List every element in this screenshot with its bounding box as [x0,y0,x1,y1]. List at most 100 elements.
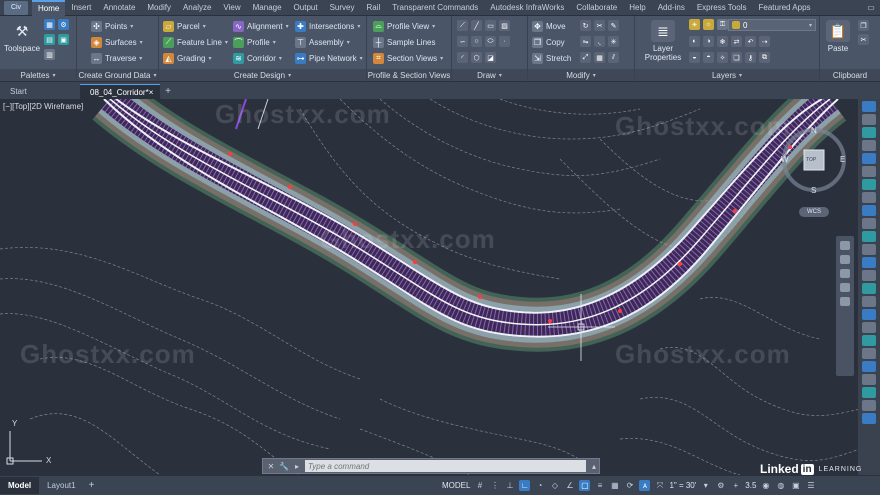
viewcube-west[interactable]: W [781,155,789,164]
command-line-chevron-up-icon[interactable]: ▴ [589,461,599,471]
cut-icon[interactable]: ✂ [858,34,869,45]
full-navigation-wheel-icon[interactable] [840,241,850,250]
tab-rail[interactable]: Rail [360,0,386,16]
layer-copy-icon[interactable]: ❏ [731,52,742,63]
alignment-button[interactable]: ∿ Alignment ▾ [233,19,289,33]
polyline-icon[interactable]: ⟋ [457,20,468,31]
selection-cycling-icon[interactable]: ⟳ [624,480,635,491]
external-references-icon[interactable] [862,192,876,203]
leader-icon[interactable] [862,374,876,385]
plus-icon[interactable]: + [730,480,741,491]
panel-title-modify[interactable]: Modify ▾ [528,69,634,81]
materials-icon[interactable] [862,218,876,229]
assembly-button[interactable]: ⊤ Assembly ▾ [295,35,350,49]
drawing-viewport[interactable]: [−][Top][2D Wireframe] Y X Ghostxx.com G… [0,99,880,475]
lock-icon[interactable]: ⚿ [717,19,728,30]
design-center-icon[interactable] [862,127,876,138]
new-layout-plus-icon[interactable]: + [84,478,100,493]
grading-button[interactable]: ◭ Grading ▾ [163,51,211,65]
customize-wrench-icon[interactable]: 🔧 [279,461,289,471]
auto-scale-icon[interactable]: ⤧ [654,480,665,491]
point-icon[interactable]: · [499,36,510,47]
ortho-icon[interactable]: ∟ [519,480,531,491]
customization-menu-icon[interactable]: ☰ [805,480,816,491]
object-snap-tracking-icon[interactable]: ∠ [564,480,575,491]
clean-screen-icon[interactable]: ▣ [790,480,801,491]
model-space-toggle[interactable]: MODEL [442,481,470,490]
paste-button[interactable]: 📋 Paste [826,20,850,53]
tab-featured-apps[interactable]: Featured Apps [752,0,816,16]
text-icon[interactable] [862,400,876,411]
markup-icon[interactable] [862,153,876,164]
orbit-icon[interactable] [840,283,850,292]
profile-view-button[interactable]: ⌓ Profile View ▾ [373,19,435,33]
surfaces-button[interactable]: ◈ Surfaces ▾ [91,35,143,49]
chevron-down-icon[interactable]: ▾ [700,480,711,491]
visual-styles-icon[interactable] [862,205,876,216]
new-tab-plus-icon[interactable]: + [160,84,176,99]
geolocation-icon[interactable] [862,257,876,268]
viewport-controls-label[interactable]: [−][Top][2D Wireframe] [3,102,83,111]
spline-icon[interactable]: ∽ [457,36,468,47]
viewcube-north[interactable]: N [811,126,817,135]
erase-icon[interactable]: ✎ [608,20,619,31]
panel-title-draw[interactable]: Draw ▾ [452,69,527,81]
isolate-objects-icon[interactable]: ◍ [775,480,786,491]
points-button[interactable]: ✣ Points ▾ [91,19,133,33]
layer-merge-icon[interactable]: ⧉ [759,52,770,63]
sample-lines-button[interactable]: ┼ Sample Lines [373,35,435,49]
panel-title-clipboard[interactable]: Clipboard [820,69,880,81]
object-snap-icon[interactable]: ▢ [579,480,591,491]
tab-view[interactable]: View [217,0,246,16]
region-icon[interactable]: ◪ [485,52,496,63]
parcel-button[interactable]: ▱ Parcel ▾ [163,19,206,33]
ribbon-minimize-icon[interactable]: ▭ [866,3,876,13]
tab-analyze[interactable]: Analyze [177,0,217,16]
traverse-button[interactable]: ↔ Traverse ▾ [91,51,142,65]
tab-insert[interactable]: Insert [65,0,97,16]
trim-icon[interactable]: ✂ [594,20,605,31]
selection-icon[interactable] [862,296,876,307]
move-button[interactable]: ✥ Move [532,19,566,33]
tab-add-ins[interactable]: Add-ins [652,0,691,16]
layer-properties-button[interactable]: ≣ Layer Properties [641,20,685,62]
layer-walk-icon[interactable]: ⇢ [759,36,770,47]
profile-button[interactable]: ⌒ Profile ▾ [233,35,276,49]
line-icon[interactable]: ╱ [471,20,482,31]
close-icon[interactable]: ✕ [266,461,276,471]
arc-icon[interactable]: ◜ [457,52,468,63]
annotation-scale[interactable]: 1" = 30' [669,481,696,490]
ellipse-icon[interactable]: ⬭ [485,36,496,47]
array-icon[interactable]: ▦ [594,52,605,63]
pipe-network-button[interactable]: ⊶ Pipe Network ▾ [295,51,363,65]
inquiry-icon[interactable] [862,283,876,294]
tab-help[interactable]: Help [623,0,651,16]
layer-thaw-icon[interactable]: ✧ [717,52,728,63]
infer-constraints-icon[interactable]: ⊥ [504,480,515,491]
tab-manage[interactable]: Manage [247,0,288,16]
wcs-menu[interactable]: WCS [799,207,829,217]
corridor-button[interactable]: ≋ Corridor ▾ [233,51,282,65]
application-menu-button[interactable]: Civ [4,0,28,15]
showmotion-icon[interactable] [840,297,850,306]
toolbox-icon[interactable]: ▥ [44,49,55,60]
polygon-icon[interactable]: ⬡ [471,52,482,63]
doc-tab-start[interactable]: Start [0,84,80,99]
panel-title-create-design[interactable]: Create Design ▾ [159,69,366,81]
annotation-icon[interactable] [862,309,876,320]
tab-home[interactable]: Home [32,0,66,16]
mirror-icon[interactable]: ⇋ [580,36,591,47]
layer-lock-icon[interactable]: ⚷ [745,52,756,63]
table-icon[interactable] [862,335,876,346]
recent-commands-icon[interactable]: ▸ [292,461,302,471]
polar-tracking-icon[interactable]: ◔ [534,480,545,491]
doc-tab-corridor[interactable]: 08_04_Corridor* × [80,84,160,99]
prospector-icon[interactable]: ▦ [44,19,55,30]
viewcube-south[interactable]: S [811,186,816,195]
pan-icon[interactable] [840,255,850,264]
lineweight-icon[interactable]: ≡ [594,480,605,491]
layer-on-icon[interactable]: ◒ [689,52,700,63]
transparency-icon[interactable]: ▦ [609,480,620,491]
viewcube-east[interactable]: E [840,155,845,164]
properties-palette-icon[interactable] [862,114,876,125]
